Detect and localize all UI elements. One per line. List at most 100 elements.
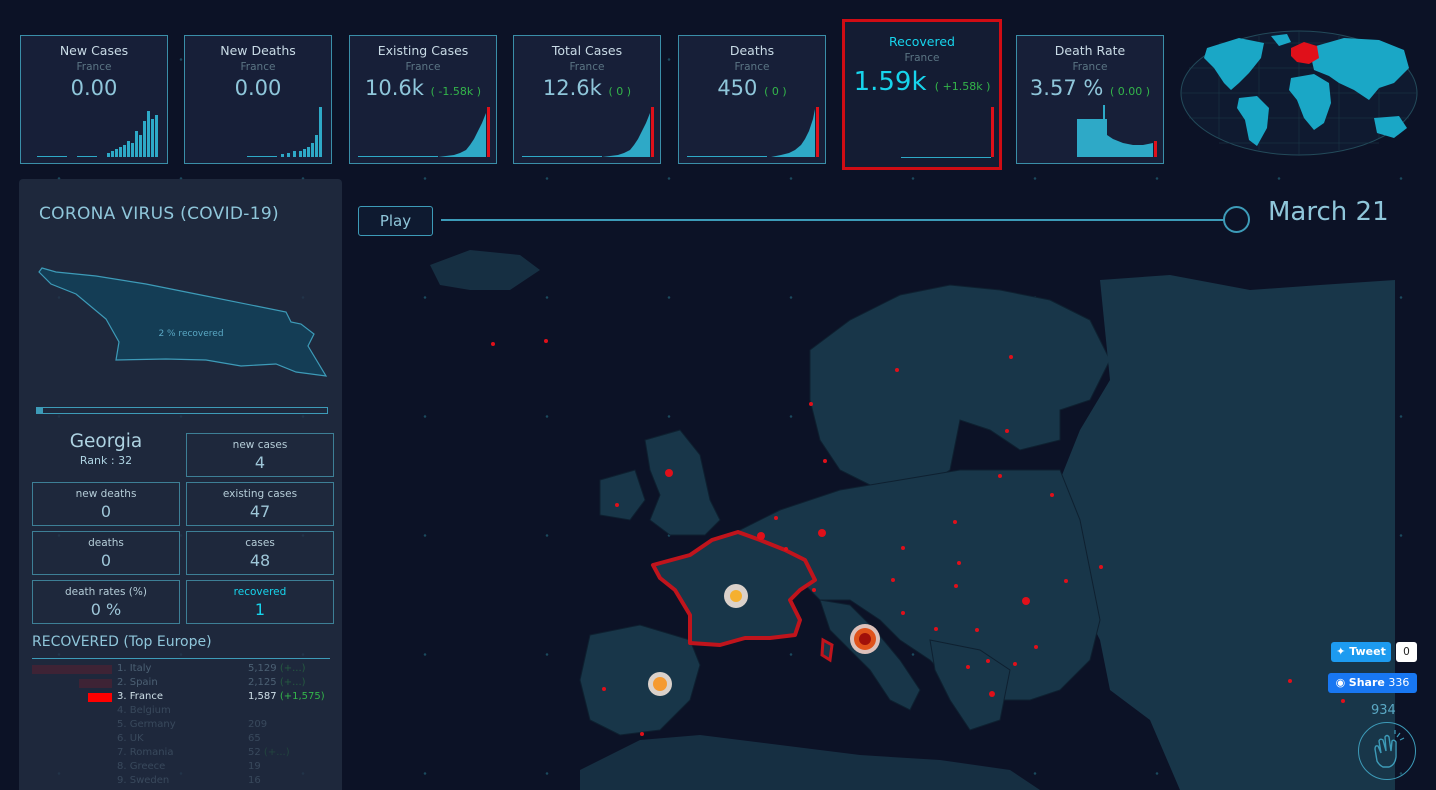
card-delta: ( 0.00 ) <box>1110 85 1151 98</box>
card-delta: ( 0 ) <box>608 85 632 98</box>
stat-new-deaths: new deaths 0 <box>32 482 180 526</box>
stat-value: 4 <box>254 453 266 472</box>
toplist-count: 1,587 (+1,575) <box>248 691 325 702</box>
toplist-name: 2. Spain <box>117 677 158 688</box>
deaths-sparkline <box>687 107 819 157</box>
stat-cases: cases 48 <box>186 531 334 575</box>
card-title: New Deaths <box>220 43 296 58</box>
death-rate-card[interactable]: Death Rate France 3.57 % ( 0.00 ) <box>1016 35 1164 164</box>
card-country: France <box>904 52 940 64</box>
panel-title: CORONA VIRUS (COVID-19) <box>39 204 279 224</box>
stat-value: 0 % <box>90 600 122 619</box>
stat-recovered: recovered 1 <box>186 580 334 624</box>
toplist-name: 6. UK <box>117 733 144 744</box>
tweet-count: 0 <box>1396 642 1417 662</box>
toplist-count: 209 <box>248 719 268 730</box>
card-country: France <box>405 61 441 73</box>
stat-label: recovered <box>233 586 287 598</box>
twitter-bird-icon: ✦ <box>1336 645 1346 658</box>
recovered-progress <box>36 407 328 414</box>
play-button[interactable]: Play <box>358 206 433 236</box>
toplist-count: 65 <box>248 733 261 744</box>
new-cases-card[interactable]: New Cases France 0.00 <box>20 35 168 164</box>
toplist-row[interactable]: 2. Spain 2,125 (+...) <box>32 677 332 691</box>
stat-label: death rates (%) <box>65 586 147 598</box>
card-title: Deaths <box>729 43 775 58</box>
country-shape: 2 % recovered <box>38 267 328 377</box>
toplist-name: 4. Belgium <box>117 705 171 716</box>
existing-cases-sparkline <box>358 107 490 157</box>
toplist-count: 5,129 (+...) <box>248 663 306 674</box>
recovered-sparkline <box>901 107 994 158</box>
stat-label: existing cases <box>222 488 298 500</box>
tweet-button[interactable]: ✦ Tweet <box>1331 642 1391 662</box>
toplist-row[interactable]: 5. Germany 209 <box>32 719 332 733</box>
stat-value: 1 <box>254 600 266 619</box>
toplist-name: 1. Italy <box>117 663 152 674</box>
card-value: 1.59k ( +1.58k ) <box>853 67 991 97</box>
existing-cases-card[interactable]: Existing Cases France 10.6k ( -1.58k ) <box>349 35 497 164</box>
card-title: Recovered <box>889 34 955 49</box>
toplist-count: 19 <box>248 761 261 772</box>
clap-button[interactable] <box>1358 722 1416 780</box>
clap-count: 934 <box>1371 703 1396 718</box>
card-value: 10.6k ( -1.58k ) <box>364 76 482 100</box>
card-value: 12.6k ( 0 ) <box>542 76 632 100</box>
card-title: Existing Cases <box>377 43 469 58</box>
toplist-title: RECOVERED (Top Europe) <box>32 634 212 650</box>
total-cases-card[interactable]: Total Cases France 12.6k ( 0 ) <box>513 35 661 164</box>
death-rate-sparkline <box>1077 105 1157 157</box>
toplist-divider <box>32 658 330 659</box>
stat-value: 48 <box>249 551 271 570</box>
toplist-name: 5. Germany <box>117 719 176 730</box>
stat-label: new cases <box>232 439 288 451</box>
toplist-row[interactable]: 4. Belgium <box>32 705 332 719</box>
new-deaths-sparkline <box>247 107 322 157</box>
card-value: 0.00 <box>234 76 282 100</box>
stat-label: deaths <box>88 537 124 549</box>
deaths-card[interactable]: Deaths France 450 ( 0 ) <box>678 35 826 164</box>
card-title: Death Rate <box>1054 43 1126 58</box>
card-title: Total Cases <box>551 43 623 58</box>
toplist-count: 16 <box>248 775 261 786</box>
country-panel: CORONA VIRUS (COVID-19) 2 % recovered Ge… <box>19 179 342 790</box>
toplist-row[interactable]: 8. Greece 19 <box>32 761 332 775</box>
card-delta: ( +1.58k ) <box>934 80 991 93</box>
card-title: New Cases <box>59 43 129 58</box>
stat-existing-cases: existing cases 47 <box>186 482 334 526</box>
card-country: France <box>1072 61 1108 73</box>
stat-deaths: deaths 0 <box>32 531 180 575</box>
card-value: 3.57 % ( 0.00 ) <box>1029 76 1151 100</box>
timeline-handle[interactable] <box>1223 206 1250 233</box>
country-name-block: Georgia Rank : 32 <box>32 431 180 467</box>
card-country: France <box>76 61 112 73</box>
facebook-icon: ◉ <box>1335 676 1346 689</box>
stat-value: 0 <box>100 551 112 570</box>
stat-label: new deaths <box>75 488 137 500</box>
toplist-row[interactable]: 9. Sweden 16 <box>32 775 332 789</box>
timeline-date: March 21 <box>1268 197 1389 227</box>
total-cases-sparkline <box>522 107 654 157</box>
country-name: Georgia <box>69 431 143 452</box>
toplist-bar <box>79 679 112 688</box>
toplist-name: 8. Greece <box>117 761 166 772</box>
stat-value: 47 <box>249 502 271 521</box>
facebook-share-button[interactable]: ◉ Share 336 <box>1328 673 1417 693</box>
toplist-name: 7. Romania <box>117 747 174 758</box>
new-deaths-card[interactable]: New Deaths France 0.00 <box>184 35 332 164</box>
toplist-count: 2,125 (+...) <box>248 677 306 688</box>
toplist-row[interactable]: 7. Romania 52 (+...) <box>32 747 332 761</box>
country-shape-label: 2 % recovered <box>158 329 223 339</box>
recovered-card[interactable]: Recovered France 1.59k ( +1.58k ) <box>842 19 1002 170</box>
toplist-row[interactable]: 1. Italy 5,129 (+...) <box>32 663 332 677</box>
toplist-row[interactable]: 6. UK 65 <box>32 733 332 747</box>
world-minimap[interactable] <box>1179 28 1419 158</box>
toplist-row-selected[interactable]: 3. France 1,587 (+1,575) <box>32 691 332 705</box>
card-country: France <box>734 61 770 73</box>
timeline-track[interactable] <box>441 219 1226 221</box>
card-delta: ( 0 ) <box>764 85 787 98</box>
stat-death-rates: death rates (%) 0 % <box>32 580 180 624</box>
card-country: France <box>569 61 605 73</box>
toplist-name: 3. France <box>117 691 163 702</box>
recovered-progress-fill <box>37 408 43 413</box>
